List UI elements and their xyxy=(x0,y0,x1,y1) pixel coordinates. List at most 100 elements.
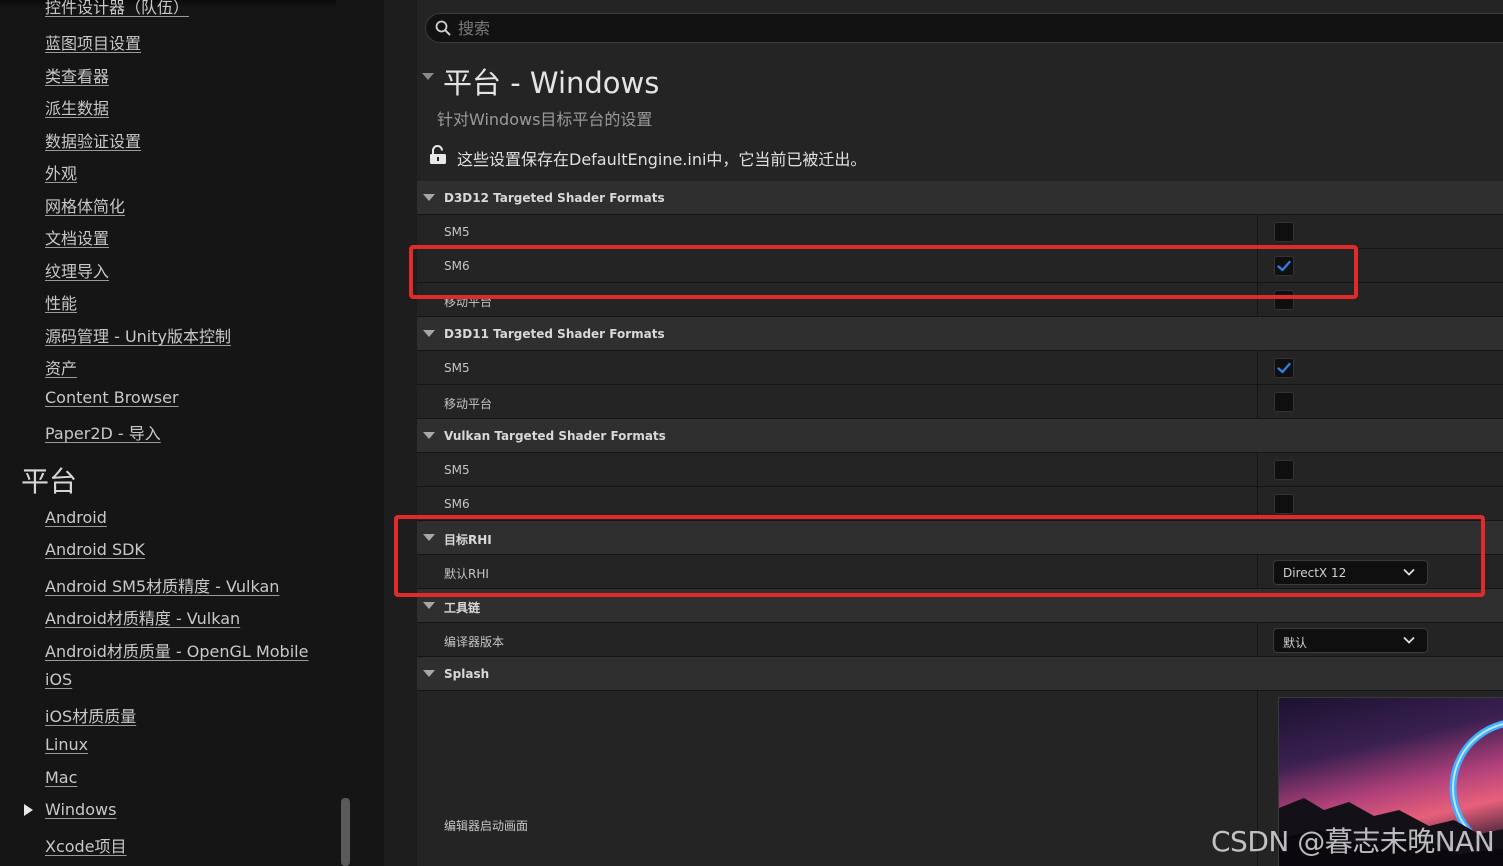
sidebar-scrollbar[interactable] xyxy=(341,798,350,866)
watermark: CSDN @暮志未晚NAN xyxy=(1211,825,1495,858)
property-row-compiler-version: 编译器版本 默认 xyxy=(417,623,1503,657)
property-label: SM6 xyxy=(444,497,470,511)
sidebar-item-appearance[interactable]: 外观 xyxy=(45,160,77,184)
sidebar-item-source-control-unity[interactable]: 源码管理 - Unity版本控制 xyxy=(45,323,231,347)
column-splitter[interactable] xyxy=(1257,623,1258,656)
search-input[interactable] xyxy=(458,18,1058,38)
search-box[interactable] xyxy=(425,13,1503,43)
property-row-d3d12-mobile: 移动平台 xyxy=(417,283,1503,317)
panel-splitter[interactable] xyxy=(384,0,417,866)
category-label: D3D11 Targeted Shader Formats xyxy=(444,327,665,341)
column-splitter[interactable] xyxy=(1257,487,1258,520)
dropdown-value: DirectX 12 xyxy=(1283,566,1347,580)
property-row-d3d11-mobile: 移动平台 xyxy=(417,385,1503,419)
sidebar-item-documentation[interactable]: 文档设置 xyxy=(45,225,109,249)
sidebar-item-blueprint-project-settings[interactable]: 蓝图项目设置 xyxy=(45,30,141,54)
column-splitter[interactable] xyxy=(1257,283,1258,316)
category-d3d11[interactable]: D3D11 Targeted Shader Formats xyxy=(417,317,1503,351)
category-vulkan[interactable]: Vulkan Targeted Shader Formats xyxy=(417,419,1503,453)
column-splitter[interactable] xyxy=(1257,215,1258,248)
property-label: SM5 xyxy=(444,361,470,375)
sidebar-item-android[interactable]: Android xyxy=(45,508,107,527)
collapse-arrow-icon[interactable] xyxy=(423,432,435,439)
category-splash[interactable]: Splash xyxy=(417,657,1503,691)
default-rhi-dropdown[interactable]: DirectX 12 xyxy=(1273,560,1428,585)
d3d11-mobile-checkbox[interactable] xyxy=(1274,392,1294,412)
expand-arrow-icon[interactable] xyxy=(24,804,33,816)
column-splitter[interactable] xyxy=(1257,385,1258,418)
column-splitter[interactable] xyxy=(1257,351,1258,384)
sidebar-item-ios[interactable]: iOS xyxy=(45,670,72,689)
vulkan-sm5-checkbox[interactable] xyxy=(1274,460,1294,480)
sidebar-item-widget-designer[interactable]: 控件设计器（队伍） xyxy=(45,0,189,18)
category-label: D3D12 Targeted Shader Formats xyxy=(444,191,665,205)
sidebar-item-windows[interactable]: Windows xyxy=(45,800,116,819)
sidebar-item-android-material-opengl[interactable]: Android材质质量 - OpenGL Mobile xyxy=(45,638,308,662)
settings-sidebar: 控件设计器（队伍） 蓝图项目设置 类查看器 派生数据 数据验证设置 外观 网格体… xyxy=(0,0,384,866)
vulkan-sm6-checkbox[interactable] xyxy=(1274,494,1294,514)
chevron-down-icon xyxy=(1403,568,1415,576)
property-label: 移动平台 xyxy=(444,397,493,411)
property-row-d3d12-sm5: SM5 xyxy=(417,215,1503,249)
sidebar-item-mac[interactable]: Mac xyxy=(45,768,77,787)
collapse-header-icon[interactable] xyxy=(422,73,434,80)
sidebar-item-xcode-project[interactable]: Xcode项目 xyxy=(45,833,127,857)
sidebar-item-content-browser[interactable]: Content Browser xyxy=(45,388,179,407)
sidebar-item-paper2d-import[interactable]: Paper2D - 导入 xyxy=(45,420,161,444)
sidebar-item-data-validation[interactable]: 数据验证设置 xyxy=(45,128,141,152)
page-subtitle: 针对Windows目标平台的设置 xyxy=(437,110,653,129)
property-row-vulkan-sm6: SM6 xyxy=(417,487,1503,521)
d3d12-sm6-checkbox[interactable] xyxy=(1274,256,1294,276)
category-label: 工具链 xyxy=(444,601,481,615)
property-label: SM6 xyxy=(444,259,470,273)
category-label: 目标RHI xyxy=(444,533,492,547)
property-label: SM5 xyxy=(444,463,470,477)
chevron-down-icon xyxy=(1403,636,1415,644)
d3d11-sm5-checkbox[interactable] xyxy=(1274,358,1294,378)
sidebar-item-performance[interactable]: 性能 xyxy=(45,290,77,314)
search-icon xyxy=(435,20,451,36)
sidebar-item-android-sm5-vulkan[interactable]: Android SM5材质精度 - Vulkan xyxy=(45,573,279,597)
sidebar-item-android-material-vulkan[interactable]: Android材质精度 - Vulkan xyxy=(45,605,240,629)
compiler-version-dropdown[interactable]: 默认 xyxy=(1273,628,1428,653)
sidebar-item-mesh-simplification[interactable]: 网格体简化 xyxy=(45,193,125,217)
settings-grid: D3D12 Targeted Shader Formats SM5 SM6 移动… xyxy=(417,181,1503,866)
property-label: 编译器版本 xyxy=(444,635,505,649)
details-panel: 平台 - Windows 针对Windows目标平台的设置 这些设置保存在Def… xyxy=(417,0,1503,866)
sidebar-item-android-sdk[interactable]: Android SDK xyxy=(45,540,145,559)
collapse-arrow-icon[interactable] xyxy=(423,194,435,201)
property-row-vulkan-sm5: SM5 xyxy=(417,453,1503,487)
column-splitter[interactable] xyxy=(1257,249,1258,282)
category-d3d12[interactable]: D3D12 Targeted Shader Formats xyxy=(417,181,1503,215)
category-toolchain[interactable]: 工具链 xyxy=(417,589,1503,623)
sidebar-item-derived-data[interactable]: 派生数据 xyxy=(45,95,109,119)
config-status-note: 这些设置保存在DefaultEngine.ini中，它当前已被迁出。 xyxy=(457,150,867,169)
collapse-arrow-icon[interactable] xyxy=(423,670,435,677)
sidebar-section-title-platforms: 平台 xyxy=(21,465,78,498)
sidebar-item-assets[interactable]: 资产 xyxy=(45,355,77,379)
property-label: 默认RHI xyxy=(444,567,489,581)
sidebar-item-class-viewer[interactable]: 类查看器 xyxy=(45,63,109,87)
d3d12-sm5-checkbox[interactable] xyxy=(1274,222,1294,242)
checkmark-icon xyxy=(1277,362,1291,374)
collapse-arrow-icon[interactable] xyxy=(423,602,435,609)
property-label: 移动平台 xyxy=(444,295,493,309)
collapse-arrow-icon[interactable] xyxy=(423,534,435,541)
d3d12-mobile-checkbox[interactable] xyxy=(1274,290,1294,310)
property-label: SM5 xyxy=(444,225,470,239)
category-label: Vulkan Targeted Shader Formats xyxy=(444,429,666,443)
dropdown-value: 默认 xyxy=(1283,636,1308,650)
column-splitter[interactable] xyxy=(1257,453,1258,486)
category-target-rhi[interactable]: 目标RHI xyxy=(417,521,1503,555)
lock-icon[interactable] xyxy=(429,145,447,165)
page-title: 平台 - Windows xyxy=(443,66,660,100)
column-splitter[interactable] xyxy=(1257,555,1258,588)
sidebar-item-linux[interactable]: Linux xyxy=(45,735,88,754)
sidebar-item-texture-import[interactable]: 纹理导入 xyxy=(45,258,109,282)
property-row-default-rhi: 默认RHI DirectX 12 xyxy=(417,555,1503,589)
checkmark-icon xyxy=(1277,260,1291,272)
collapse-arrow-icon[interactable] xyxy=(423,330,435,337)
property-row-d3d11-sm5: SM5 xyxy=(417,351,1503,385)
sidebar-item-ios-material-quality[interactable]: iOS材质质量 xyxy=(45,703,136,727)
category-label: Splash xyxy=(444,667,490,681)
